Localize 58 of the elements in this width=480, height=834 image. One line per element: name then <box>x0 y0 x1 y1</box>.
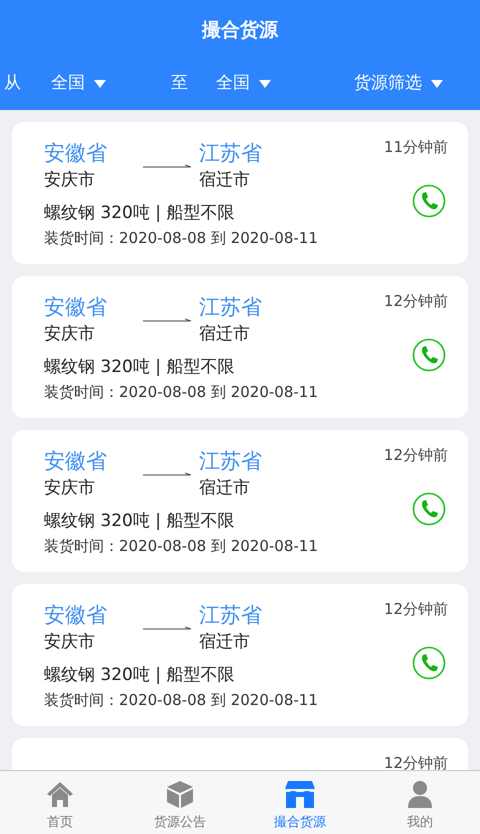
phone-icon[interactable] <box>412 338 446 372</box>
from-label: 从 <box>4 72 21 96</box>
destination-province: 江苏省 <box>199 140 262 167</box>
cargo-filter-dropdown[interactable]: 货源筛选 <box>354 71 444 97</box>
destination-city: 宿迁市 <box>199 477 250 500</box>
dropdown-caret-icon <box>258 79 272 89</box>
route-arrow-icon <box>143 318 192 323</box>
destination-city: 宿迁市 <box>199 169 250 192</box>
origin-city: 安庆市 <box>44 169 95 192</box>
loading-time: 装货时间：2020-08-08 到 2020-08-11 <box>44 536 319 557</box>
cargo-info: 螺纹钢 320吨 | 船型不限 <box>44 356 236 379</box>
tab-item[interactable]: 我的 <box>360 771 480 834</box>
to-label: 至 <box>171 72 188 96</box>
dropdown-caret-icon <box>430 79 444 89</box>
post-time: 12分钟前 <box>384 445 448 466</box>
cargo-info: 螺纹钢 320吨 | 船型不限 <box>44 202 236 225</box>
post-time: 12分钟前 <box>384 599 448 620</box>
origin-province: 安徽省 <box>44 602 107 629</box>
cargo-card[interactable]: 安徽省 安庆市 江苏省 宿迁市 12分钟前 螺纹钢 320吨 | 船型不限 装货时间：2020-08-08 到 2020-08-11 <box>12 430 468 572</box>
post-time: 12分钟前 <box>384 291 448 312</box>
destination-province: 江苏省 <box>199 448 262 475</box>
phone-icon[interactable] <box>412 646 446 680</box>
tab-item[interactable]: 首页 <box>0 771 120 834</box>
phone-icon[interactable] <box>412 184 446 218</box>
origin-city: 安庆市 <box>44 631 95 654</box>
cargo-card[interactable]: 安徽省 安庆市 江苏省 宿迁市 11分钟前 螺纹钢 320吨 | 船型不限 装货时间：2020-08-08 到 2020-08-11 <box>12 122 468 264</box>
origin-province: 安徽省 <box>44 448 107 475</box>
route-arrow-icon <box>143 472 192 477</box>
origin-province: 安徽省 <box>44 294 107 321</box>
cargo-info: 螺纹钢 320吨 | 船型不限 <box>44 664 236 687</box>
cargo-card[interactable]: 安徽省 安庆市 江苏省 宿迁市 12分钟前 螺纹钢 320吨 | 船型不限 装货时间：2020-08-08 到 2020-08-11 <box>12 276 468 418</box>
post-time: 11分钟前 <box>384 137 448 158</box>
post-time: 12分钟前 <box>384 753 448 770</box>
store-icon <box>284 778 316 808</box>
phone-icon[interactable] <box>412 492 446 526</box>
origin-province: 安徽省 <box>44 140 107 167</box>
box-icon <box>165 778 195 808</box>
route-arrow-icon <box>143 164 192 169</box>
origin-dropdown[interactable]: 全国 <box>51 71 107 97</box>
cargo-card[interactable]: 安徽省 安庆市 江苏省 宿迁市 12分钟前 螺纹钢 320吨 | 船型不限 装货时间：2020-08-08 到 2020-08-11 <box>12 584 468 726</box>
tab-item[interactable]: 撮合货源 <box>240 771 360 834</box>
destination-dropdown[interactable]: 全国 <box>216 71 272 97</box>
loading-time: 装货时间：2020-08-08 到 2020-08-11 <box>44 690 319 711</box>
cargo-card[interactable]: 12分钟前 <box>12 738 468 770</box>
destination-province: 江苏省 <box>199 294 262 321</box>
page-title: 撮合货源 <box>202 18 278 43</box>
origin-city: 安庆市 <box>44 323 95 346</box>
loading-time: 装货时间：2020-08-08 到 2020-08-11 <box>44 228 319 249</box>
origin-city: 安庆市 <box>44 477 95 500</box>
route-arrow-icon <box>143 626 192 631</box>
cargo-info: 螺纹钢 320吨 | 船型不限 <box>44 510 236 533</box>
destination-city: 宿迁市 <box>199 631 250 654</box>
tab-item[interactable]: 货源公告 <box>120 771 240 834</box>
loading-time: 装货时间：2020-08-08 到 2020-08-11 <box>44 382 319 403</box>
dropdown-caret-icon <box>93 79 107 89</box>
destination-city: 宿迁市 <box>199 323 250 346</box>
person-icon <box>405 778 435 808</box>
destination-province: 江苏省 <box>199 602 262 629</box>
